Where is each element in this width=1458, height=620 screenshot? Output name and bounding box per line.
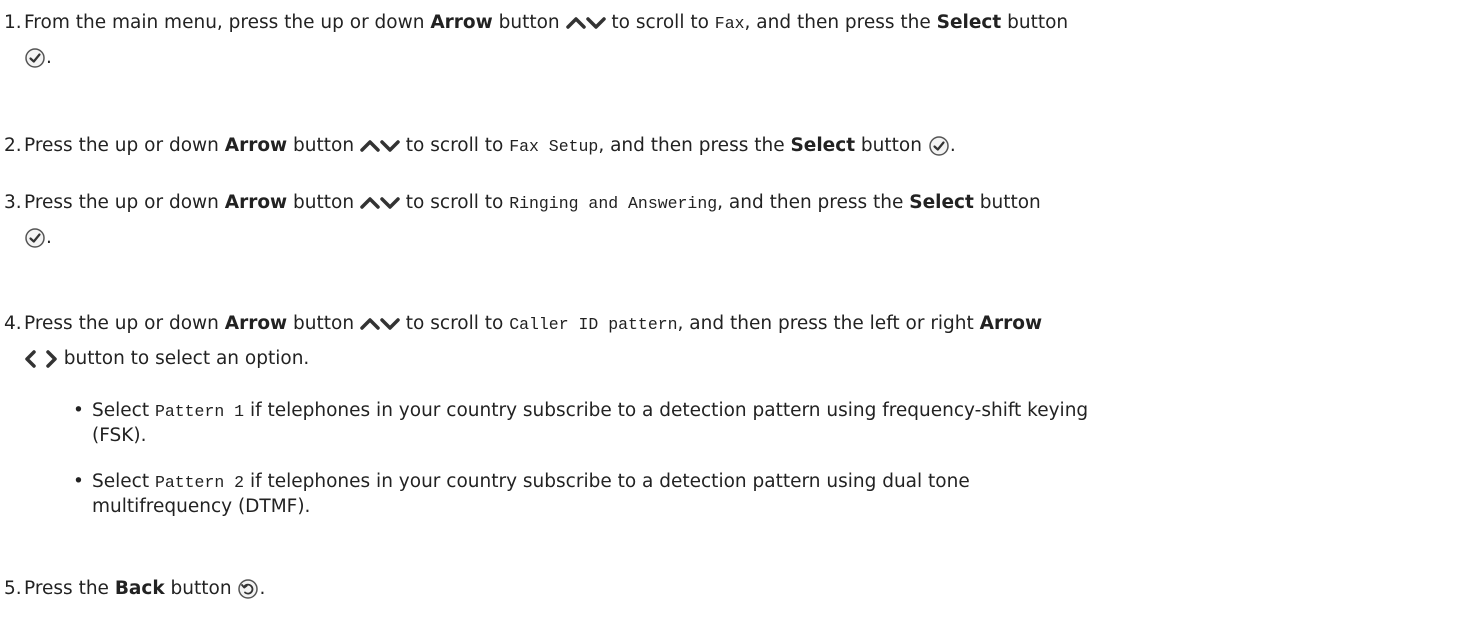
step-text: Press the Back button .: [24, 578, 266, 600]
option-name: Pattern 2: [154, 473, 245, 492]
chevron-down-icon: [380, 317, 400, 331]
menu-item-name: Fax Setup: [509, 137, 599, 156]
step-text: Press the up or down Arrow button to scr…: [24, 313, 1043, 369]
chevron-left-icon: [24, 349, 38, 369]
menu-item-name: Ringing and Answering: [509, 194, 718, 213]
select-button-label: Select: [936, 12, 1002, 33]
select-check-icon: [24, 47, 46, 69]
step-number: 4.: [4, 313, 22, 334]
step-number: 1.: [4, 12, 22, 33]
menu-item-name: Fax: [714, 14, 745, 33]
select-check-icon: [928, 135, 950, 157]
chevron-down-icon: [380, 139, 400, 153]
step-number: 5.: [4, 578, 22, 599]
chevron-up-icon: [360, 196, 380, 210]
arrow-button-label: Arrow: [224, 135, 288, 156]
arrow-button-label: Arrow: [979, 313, 1043, 334]
select-check-icon: [24, 227, 46, 249]
chevron-up-icon: [360, 317, 380, 331]
menu-item-name: Caller ID pattern: [509, 315, 678, 334]
back-arrow-icon: [237, 578, 259, 600]
chevron-down-icon: [585, 16, 606, 30]
chevron-right-icon: [44, 349, 58, 369]
option-name: Pattern 1: [154, 402, 245, 421]
chevron-down-icon: [380, 196, 400, 210]
arrow-button-label: Arrow: [224, 313, 288, 334]
step-text: Press the up or down Arrow button to scr…: [24, 192, 1041, 249]
chevron-up-icon: [565, 16, 586, 30]
select-button-label: Select: [909, 192, 974, 213]
step-text: Press the up or down Arrow button to scr…: [24, 135, 956, 157]
step-number: 2.: [4, 135, 22, 156]
select-button-label: Select: [790, 135, 856, 156]
step-text: From the main menu, press the up or down…: [24, 12, 1069, 69]
bullet-dot: •: [73, 400, 84, 421]
back-button-label: Back: [114, 578, 165, 599]
arrow-button-label: Arrow: [224, 192, 288, 213]
arrow-button-label: Arrow: [430, 12, 493, 33]
chevron-up-icon: [360, 139, 380, 153]
step-number: 3.: [4, 192, 22, 213]
bullet-dot: •: [73, 471, 84, 492]
